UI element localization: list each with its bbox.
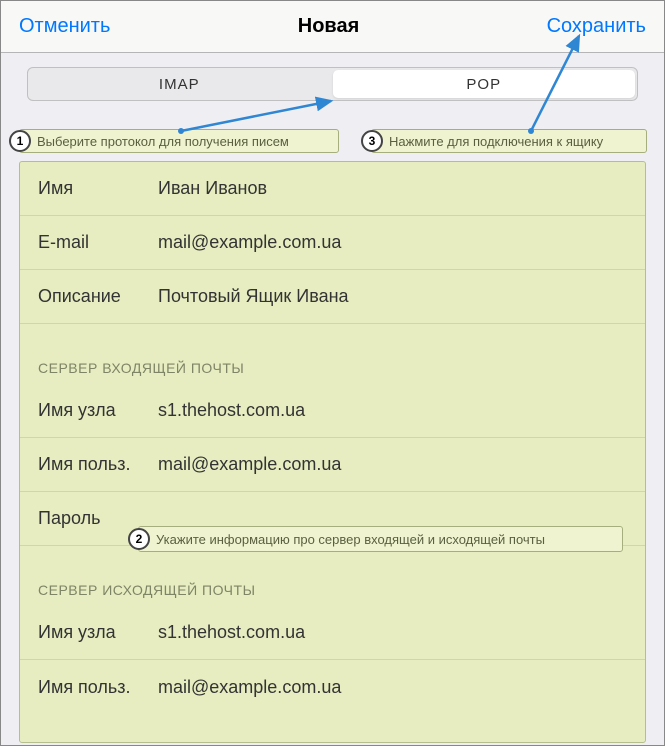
value-name[interactable]: Иван Иванов: [158, 178, 627, 199]
row-description[interactable]: Описание Почтовый Ящик Ивана: [20, 270, 645, 324]
section-header-incoming: СЕРВЕР ВХОДЯЩЕЙ ПОЧТЫ: [20, 324, 645, 384]
row-outgoing-host[interactable]: Имя узла s1.thehost.com.ua: [20, 606, 645, 660]
callout-2-text: Укажите информацию про сервер входящей и…: [156, 532, 545, 547]
callout-3-number: 3: [361, 130, 383, 152]
protocol-segment-wrap: IMAP POP: [1, 53, 664, 111]
value-incoming-user[interactable]: mail@example.com.ua: [158, 454, 627, 475]
callout-1-number: 1: [9, 130, 31, 152]
section-header-outgoing: СЕРВЕР ИСХОДЯЩЕЙ ПОЧТЫ: [20, 546, 645, 606]
value-email[interactable]: mail@example.com.ua: [158, 232, 627, 253]
label-outgoing-user: Имя польз.: [38, 677, 158, 698]
segment-imap[interactable]: IMAP: [28, 68, 331, 100]
value-incoming-host[interactable]: s1.thehost.com.ua: [158, 400, 627, 421]
callout-2: 2 Укажите информацию про сервер входящей…: [138, 526, 623, 552]
callout-2-number: 2: [128, 528, 150, 550]
value-outgoing-user[interactable]: mail@example.com.ua: [158, 677, 627, 698]
segment-pop[interactable]: POP: [333, 70, 636, 98]
callout-3-text: Нажмите для подключения к ящику: [389, 134, 603, 149]
row-name[interactable]: Имя Иван Иванов: [20, 162, 645, 216]
cancel-button[interactable]: Отменить: [19, 15, 110, 38]
protocol-segmented-control[interactable]: IMAP POP: [27, 67, 638, 101]
settings-panel: Имя Иван Иванов E-mail mail@example.com.…: [19, 161, 646, 743]
save-button[interactable]: Сохранить: [547, 15, 646, 38]
label-incoming-host: Имя узла: [38, 400, 158, 421]
callout-3: 3 Нажмите для подключения к ящику: [371, 129, 647, 153]
row-outgoing-user[interactable]: Имя польз. mail@example.com.ua: [20, 660, 645, 714]
label-description: Описание: [38, 286, 158, 307]
label-name: Имя: [38, 178, 158, 199]
navbar: Отменить Новая Сохранить: [1, 1, 664, 53]
row-incoming-user[interactable]: Имя польз. mail@example.com.ua: [20, 438, 645, 492]
label-outgoing-host: Имя узла: [38, 622, 158, 643]
callout-1-text: Выберите протокол для получения писем: [37, 134, 289, 149]
label-incoming-user: Имя польз.: [38, 454, 158, 475]
label-email: E-mail: [38, 232, 158, 253]
value-outgoing-host[interactable]: s1.thehost.com.ua: [158, 622, 627, 643]
row-email[interactable]: E-mail mail@example.com.ua: [20, 216, 645, 270]
row-incoming-host[interactable]: Имя узла s1.thehost.com.ua: [20, 384, 645, 438]
navbar-title: Новая: [298, 15, 359, 38]
callout-1: 1 Выберите протокол для получения писем: [19, 129, 339, 153]
value-description[interactable]: Почтовый Ящик Ивана: [158, 286, 627, 307]
